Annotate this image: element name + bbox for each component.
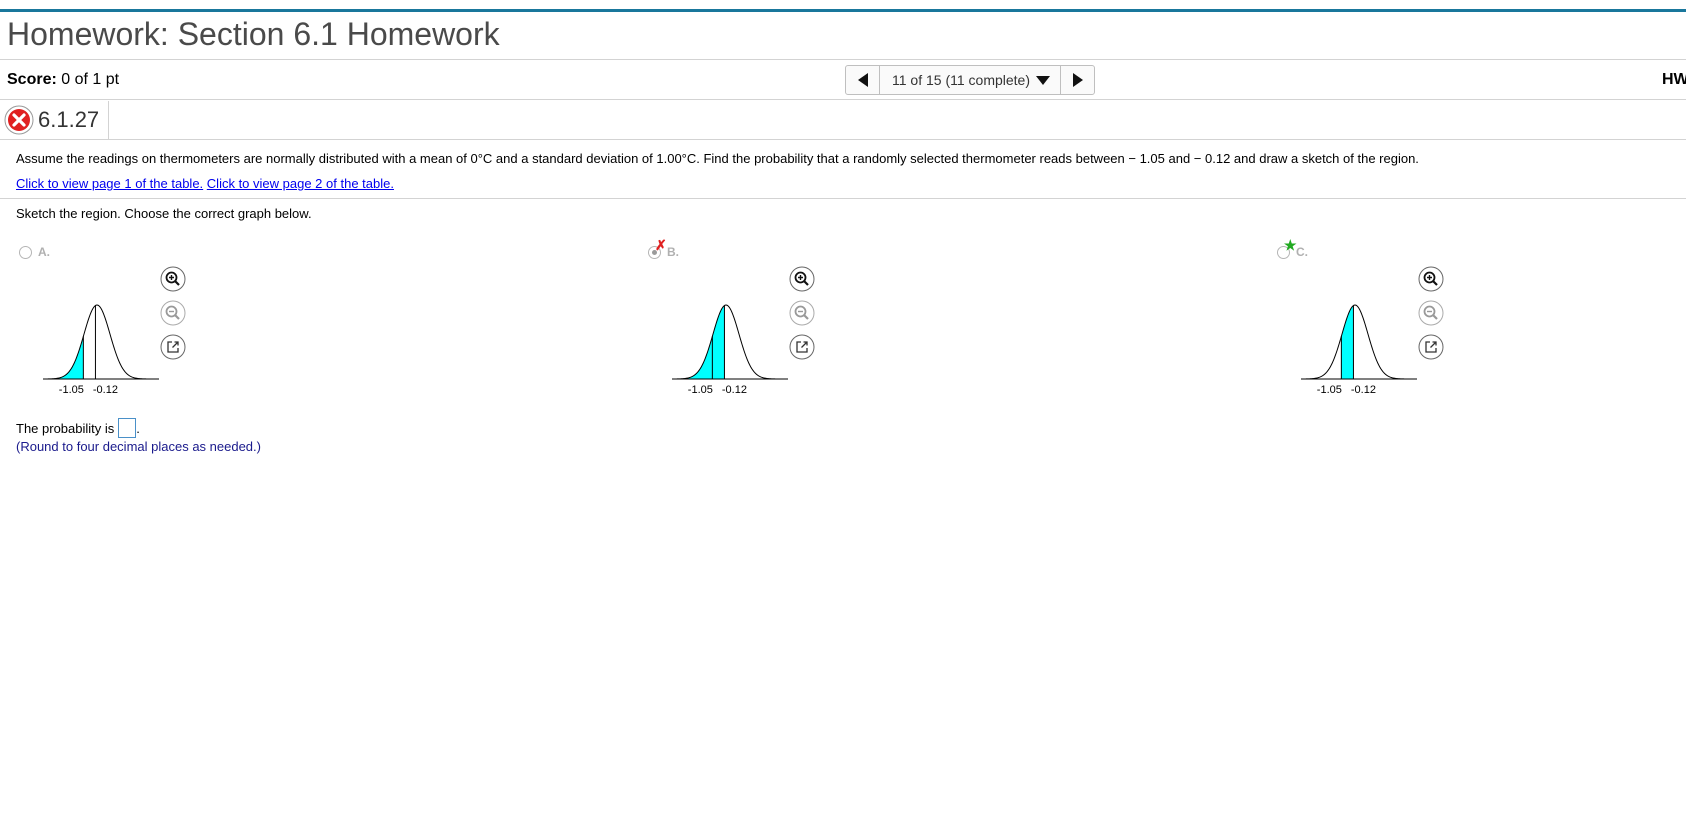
option-a-radio[interactable] — [19, 246, 32, 259]
option-b[interactable]: ✗ B. -1.05 -0.12 — [646, 238, 906, 402]
divider — [0, 139, 1686, 140]
x-circle-icon — [4, 105, 34, 135]
hw-label: HW — [1662, 71, 1686, 88]
probability-input[interactable] — [118, 418, 137, 438]
table-links: Click to view page 1 of the table. Click… — [16, 176, 394, 191]
wrong-answer-icon: ✗ — [655, 237, 667, 253]
question-text: Assume the readings on thermometers are … — [16, 151, 1419, 166]
shaded-region — [672, 305, 725, 379]
zoom-in-icon[interactable] — [789, 266, 815, 292]
table-page-2-link[interactable]: Click to view page 2 of the table. — [207, 176, 394, 191]
option-c[interactable]: ★ C. -1.05 -0.12 — [1275, 238, 1535, 402]
answer-line: The probability is . — [16, 418, 140, 438]
option-b-label: B. — [667, 245, 679, 259]
divider — [0, 59, 1686, 60]
score: Score: 0 of 1 pt — [7, 71, 119, 89]
zoom-out-icon[interactable] — [1418, 300, 1444, 326]
popout-icon[interactable] — [160, 334, 186, 360]
zoom-in-icon[interactable] — [160, 266, 186, 292]
answer-prefix: The probability is — [16, 420, 115, 436]
triangle-right-icon — [1072, 73, 1083, 87]
zoom-out-icon[interactable] — [789, 300, 815, 326]
option-a-label: A. — [38, 245, 50, 259]
caret-down-icon — [1036, 75, 1051, 85]
tick-label: -0.12 — [93, 384, 118, 395]
previous-question-button[interactable] — [846, 66, 880, 94]
popout-icon[interactable] — [1418, 334, 1444, 360]
triangle-left-icon — [857, 73, 868, 87]
score-value: 0 of 1 pt — [61, 71, 120, 88]
question-number: 6.1.27 — [4, 103, 99, 137]
divider — [108, 101, 109, 139]
answer-suffix: . — [136, 420, 140, 436]
correct-answer-icon: ★ — [1284, 237, 1297, 253]
tick-label: -1.05 — [688, 384, 713, 395]
zoom-in-icon[interactable] — [1418, 266, 1444, 292]
divider — [0, 198, 1686, 199]
sketch-prompt: Sketch the region. Choose the correct gr… — [16, 206, 312, 221]
table-page-1-link[interactable]: Click to view page 1 of the table. — [16, 176, 203, 191]
tick-label: -0.12 — [722, 384, 747, 395]
option-a-graph: -1.05 -0.12 — [43, 304, 159, 395]
rounding-note: (Round to four decimal places as needed.… — [16, 439, 261, 454]
question-progress: 11 of 15 (11 complete) — [892, 72, 1031, 88]
score-label: Score: — [7, 71, 57, 88]
tick-label: -1.05 — [1317, 384, 1342, 395]
divider — [0, 99, 1686, 100]
popout-icon[interactable] — [789, 334, 815, 360]
next-question-button[interactable] — [1060, 66, 1094, 94]
option-c-label: C. — [1296, 245, 1308, 259]
question-id: 6.1.27 — [38, 107, 100, 132]
tick-label: -1.05 — [59, 384, 84, 395]
question-list-dropdown[interactable]: 11 of 15 (11 complete) — [880, 66, 1060, 94]
option-b-graph: -1.05 -0.12 — [672, 304, 788, 395]
question-navigator: 11 of 15 (11 complete) — [845, 65, 1096, 95]
option-c-graph: -1.05 -0.12 — [1301, 304, 1417, 395]
tick-label: -0.12 — [1351, 384, 1376, 395]
top-accent-bar — [0, 9, 1686, 12]
page-title: Homework: Section 6.1 Homework — [7, 16, 500, 52]
shaded-region — [43, 336, 84, 379]
zoom-out-icon[interactable] — [160, 300, 186, 326]
option-a[interactable]: A. -1.05 -0.12 — [17, 242, 277, 402]
